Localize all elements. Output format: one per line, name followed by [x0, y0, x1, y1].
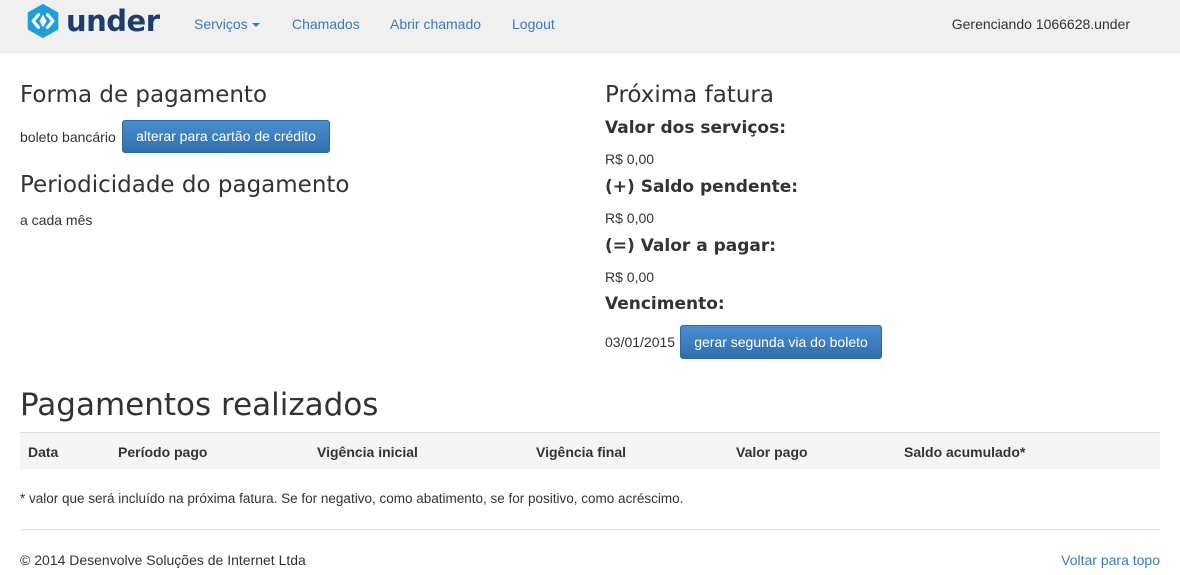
column-header-vigencia-final: Vigência final	[536, 444, 626, 460]
column-header-saldo-acumulado: Saldo acumulado*	[904, 444, 1026, 460]
payment-method-value: boleto bancário	[20, 129, 116, 145]
copyright-text: © 2014 Desenvolve Soluções de Internet L…	[20, 552, 306, 568]
next-invoice-title: Próxima fatura	[605, 82, 774, 108]
payments-made-title: Pagamentos realizados	[20, 387, 379, 423]
column-header-vigencia-inicial: Vigência inicial	[317, 444, 418, 460]
nav-abrir-chamado[interactable]: Abrir chamado	[390, 15, 481, 33]
due-date-label: Vencimento:	[605, 294, 725, 314]
back-to-top-link[interactable]: Voltar para topo	[1061, 551, 1160, 569]
under-logo-icon	[27, 3, 59, 39]
payment-method-title: Forma de pagamento	[20, 82, 268, 108]
nav-servicos-label: Serviços	[194, 16, 248, 32]
nav-logout[interactable]: Logout	[512, 15, 555, 33]
nav-servicos-dropdown[interactable]: Serviços	[194, 15, 260, 33]
services-value-label: Valor dos serviços:	[605, 118, 787, 138]
column-header-data: Data	[28, 444, 59, 460]
due-date-value: 03/01/2015	[605, 334, 676, 350]
services-value: R$ 0,00	[605, 151, 655, 167]
brand-logo-link[interactable]: under	[24, 3, 160, 39]
generate-boleto-copy-button[interactable]: gerar segunda via do boleto	[680, 325, 882, 359]
footer-divider	[20, 529, 1160, 530]
nav-chamados[interactable]: Chamados	[292, 15, 360, 33]
periodicity-title: Periodicidade do pagamento	[20, 172, 350, 198]
managing-user-text: Gerenciando 1066628.under	[951, 16, 1130, 32]
pending-balance-value: R$ 0,00	[605, 210, 655, 226]
pending-balance-label: (+) Saldo pendente:	[605, 177, 799, 197]
brand-name: under	[66, 4, 160, 38]
amount-due-label: (=) Valor a pagar:	[605, 236, 777, 256]
table-footnote: * valor que será incluído na próxima fat…	[20, 491, 684, 506]
caret-down-icon	[251, 23, 260, 28]
column-header-periodo-pago: Período pago	[118, 444, 208, 460]
column-header-valor-pago: Valor pago	[736, 444, 808, 460]
periodicity-value: a cada mês	[20, 212, 93, 228]
payments-table-header: Data Período pago Vigência inicial Vigên…	[20, 432, 1160, 469]
top-navbar: under Serviços Chamados Abrir chamado Lo…	[0, 0, 1180, 53]
change-to-credit-card-button[interactable]: alterar para cartão de crédito	[122, 120, 330, 153]
amount-due-value: R$ 0,00	[605, 269, 655, 285]
